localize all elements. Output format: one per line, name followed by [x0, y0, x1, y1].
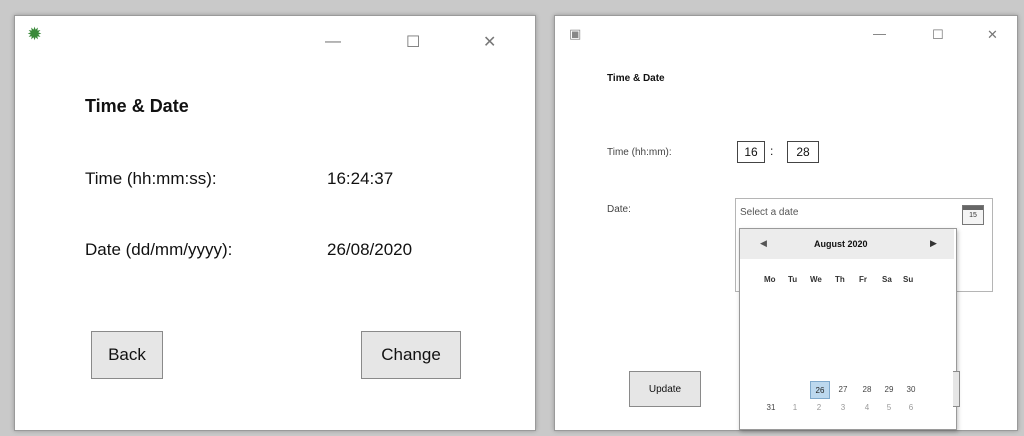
calendar-header: ◀ August 2020 ▶ — [740, 229, 954, 259]
calendar-popup: ◀ August 2020 ▶ Mo Tu We Th Fr Sa Su 26 … — [739, 228, 957, 430]
gear-icon: ✹ — [27, 24, 43, 44]
calendar-day[interactable]: 31 — [762, 399, 780, 415]
calendar-day[interactable]: 28 — [858, 381, 876, 397]
change-button-partial[interactable] — [953, 371, 960, 407]
update-button[interactable]: Update — [629, 371, 701, 407]
maximize-button[interactable]: ☐ — [932, 27, 944, 43]
calendar-day[interactable]: 1 — [786, 399, 804, 415]
calendar-day[interactable]: 4 — [858, 399, 876, 415]
time-label: Time (hh:mm): — [607, 147, 672, 158]
calendar-day[interactable]: 27 — [834, 381, 852, 397]
time-date-edit-window: ▣ — ☐ ✕ Time & Date Time (hh:mm): 16 : 2… — [554, 15, 1018, 431]
page-title: Time & Date — [607, 73, 665, 84]
hour-input[interactable]: 16 — [737, 141, 765, 163]
calendar-day[interactable]: 29 — [880, 381, 898, 397]
date-label: Date: — [607, 204, 631, 215]
month-label[interactable]: August 2020 — [814, 239, 868, 249]
calendar-day[interactable]: 30 — [902, 381, 920, 397]
date-label: Date (dd/mm/yyyy): — [85, 240, 233, 259]
close-button[interactable]: ✕ — [483, 35, 496, 51]
minimize-button[interactable]: — — [873, 26, 886, 42]
previous-month-button[interactable]: ◀ — [760, 238, 767, 249]
time-value: 16:24:37 — [327, 169, 394, 188]
time-separator: : — [770, 144, 774, 158]
weekday-label: Sa — [882, 275, 892, 284]
weekday-label: Th — [835, 275, 845, 284]
calendar-day[interactable]: 2 — [810, 399, 828, 415]
back-button[interactable]: Back — [91, 331, 163, 379]
change-button[interactable]: Change — [361, 331, 461, 379]
calendar-day[interactable]: 6 — [902, 399, 920, 415]
page-title: Time & Date — [85, 96, 189, 116]
calendar-day[interactable]: 5 — [880, 399, 898, 415]
time-date-window: ✹ — ☐ ✕ Time & Date Time (hh:mm:ss): 16:… — [14, 15, 536, 431]
date-value: 26/08/2020 — [327, 240, 413, 259]
calendar-day[interactable]: 3 — [834, 399, 852, 415]
app-icon: ▣ — [569, 26, 582, 41]
weekday-label: Tu — [788, 275, 798, 284]
time-label: Time (hh:mm:ss): — [85, 169, 217, 188]
date-input[interactable]: Select a date — [740, 207, 798, 218]
weekday-label: We — [810, 275, 822, 284]
minimize-button[interactable]: — — [325, 34, 341, 50]
minute-input[interactable]: 28 — [787, 141, 819, 163]
close-button[interactable]: ✕ — [987, 27, 998, 43]
weekday-label: Su — [903, 275, 914, 284]
calendar-day-selected[interactable]: 26 — [810, 381, 830, 399]
weekday-label: Mo — [764, 275, 776, 284]
maximize-button[interactable]: ☐ — [406, 35, 420, 51]
weekday-label: Fr — [859, 275, 867, 284]
next-month-button[interactable]: ▶ — [930, 238, 937, 249]
calendar-icon[interactable]: 15 — [962, 205, 984, 225]
